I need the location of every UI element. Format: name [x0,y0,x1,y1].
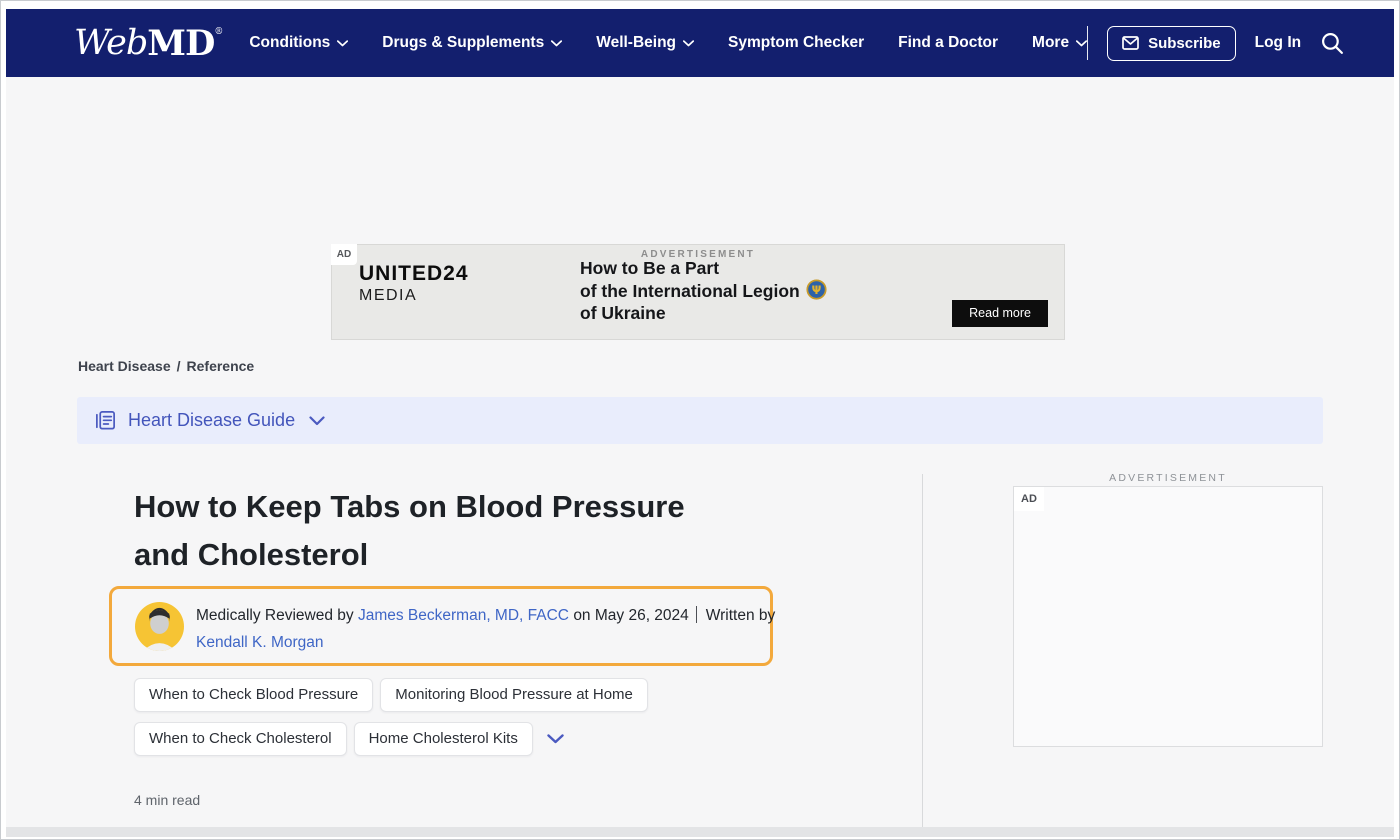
column-divider [922,474,923,827]
chevron-down-icon [683,40,694,47]
banner-ad[interactable]: ADVERTISEMENT AD UNITED24 MEDIA How to B… [331,244,1065,340]
nav-item-drugs-supplements[interactable]: Drugs & Supplements [382,34,562,52]
reviewer-avatar[interactable] [135,602,184,651]
written-prefix: Written by [706,607,776,624]
guide-bar-label: Heart Disease Guide [128,410,295,431]
subscribe-button[interactable]: Subscribe [1107,26,1236,61]
byline-box: Medically Reviewed by James Beckerman, M… [109,586,773,666]
byline-divider [696,606,697,623]
tag-when-to-check-blood-pressure[interactable]: When to Check Blood Pressure [134,678,373,712]
author-link[interactable]: Kendall K. Morgan [196,634,324,651]
main-nav: Conditions Drugs & Supplements Well-Bein… [249,34,1087,52]
navbar-right-group: Subscribe Log In [1087,26,1345,61]
headline-line3: of Ukraine [580,304,666,324]
chevron-down-icon[interactable] [547,734,564,744]
ad-badge: AD [1014,487,1044,511]
chevron-down-icon [551,40,562,47]
ad-badge: AD [331,244,357,265]
byline-line2: Kendall K. Morgan [196,629,775,656]
nav-item-conditions[interactable]: Conditions [249,34,348,52]
topic-tags: When to Check Blood Pressure Monitoring … [134,678,648,766]
ukraine-emblem-icon: Ψ [806,279,827,305]
tag-row-1: When to Check Blood Pressure Monitoring … [134,678,648,712]
logo-web-text: Web [74,26,147,61]
webmd-logo[interactable]: WebMD® [74,26,223,61]
tag-monitoring-blood-pressure-at-home[interactable]: Monitoring Blood Pressure at Home [380,678,648,712]
subscribe-label: Subscribe [1148,35,1221,52]
nav-item-label: More [1032,34,1069,52]
logo-md-text: MD [147,26,214,61]
nav-item-label: Drugs & Supplements [382,34,544,52]
heart-disease-guide-bar[interactable]: Heart Disease Guide [77,397,1323,444]
nav-item-well-being[interactable]: Well-Being [596,34,694,52]
nav-item-more[interactable]: More [1032,34,1087,52]
title-line1: How to Keep Tabs on Blood Pressure [134,483,685,531]
reviewed-prefix: Medically Reviewed by [196,607,354,624]
united24-logo-line1: UNITED24 [359,262,469,286]
title-line2: and Cholesterol [134,531,685,579]
breadcrumb: Heart Disease / Reference [78,358,254,374]
chevron-down-icon [337,40,348,47]
bottom-edge-band [6,827,1394,837]
rail-ad-slot: AD [1013,486,1323,747]
nav-item-symptom-checker[interactable]: Symptom Checker [728,34,864,52]
envelope-icon [1122,36,1139,50]
nav-item-label: Conditions [249,34,330,52]
login-button[interactable]: Log In [1255,34,1302,52]
read-more-button[interactable]: Read more [952,300,1048,327]
byline-line1: Medically Reviewed by James Beckerman, M… [196,602,775,629]
banner-headline: How to Be a Part of the International Le… [580,259,827,324]
search-icon[interactable] [1320,31,1345,56]
tag-when-to-check-cholesterol[interactable]: When to Check Cholesterol [134,722,347,756]
registered-mark: ® [214,28,223,37]
tag-row-2: When to Check Cholesterol Home Cholester… [134,722,648,756]
svg-text:Ψ: Ψ [811,282,821,296]
nav-item-label: Find a Doctor [898,34,998,52]
headline-line1: How to Be a Part [580,259,719,279]
breadcrumb-reference[interactable]: Reference [187,358,255,374]
united24-logo: UNITED24 MEDIA [359,262,469,305]
headline-line2: of the International Legion [580,282,800,302]
guide-book-icon [94,409,117,432]
page-title: How to Keep Tabs on Blood Pressure and C… [134,483,685,579]
reviewed-date: on May 26, 2024 [573,607,688,624]
united24-logo-line2: MEDIA [359,287,469,305]
reviewer-link[interactable]: James Beckerman, MD, FACC [358,607,569,624]
navbar-divider [1087,26,1088,60]
top-navbar: WebMD® Conditions Drugs & Supplements We… [6,9,1394,77]
breadcrumb-separator: / [177,358,181,374]
read-time: 4 min read [134,792,200,808]
byline-text: Medically Reviewed by James Beckerman, M… [196,602,775,656]
chevron-down-icon [1076,40,1087,47]
nav-item-label: Well-Being [596,34,676,52]
breadcrumb-heart-disease[interactable]: Heart Disease [78,358,171,374]
nav-item-label: Symptom Checker [728,34,864,52]
webmd-page: WebMD® Conditions Drugs & Supplements We… [0,0,1400,840]
rail-advertisement-label: ADVERTISEMENT [1013,472,1323,484]
chevron-down-icon[interactable] [309,416,325,426]
tag-home-cholesterol-kits[interactable]: Home Cholesterol Kits [354,722,533,756]
nav-item-find-a-doctor[interactable]: Find a Doctor [898,34,998,52]
